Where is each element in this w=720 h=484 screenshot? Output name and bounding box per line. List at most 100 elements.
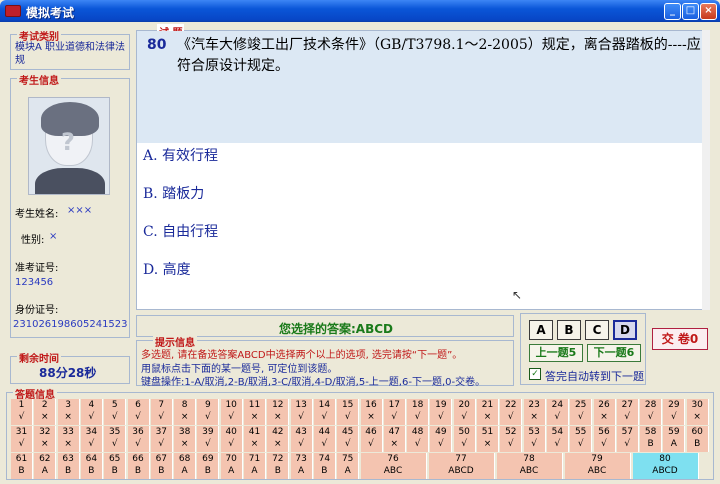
submit-button[interactable]: 交 卷0 [652, 328, 708, 350]
prev-question-button[interactable]: 上一题5 [529, 344, 583, 362]
grid-cell-58[interactable]: 58 B [640, 426, 663, 452]
grid-cell-65[interactable]: 65 B [104, 453, 127, 479]
grid-cell-18[interactable]: 18 √ [407, 399, 430, 425]
grid-cell-71[interactable]: 71 A [244, 453, 266, 479]
grid-cell-57[interactable]: 57 √ [616, 426, 639, 452]
grid-cell-11[interactable]: 11 × [244, 399, 266, 425]
grid-cell-35[interactable]: 35 √ [104, 426, 127, 452]
grid-cell-41[interactable]: 41 × [244, 426, 266, 452]
grid-cell-24[interactable]: 24 √ [546, 399, 569, 425]
grid-cell-60[interactable]: 60 B [686, 426, 709, 452]
grid-cell-76[interactable]: 76 ABC [360, 453, 427, 479]
grid-cell-73[interactable]: 73 A [290, 453, 313, 479]
grid-cell-16[interactable]: 16 × [360, 399, 383, 425]
grid-cell-19[interactable]: 19 √ [430, 399, 453, 425]
grid-cell-28[interactable]: 28 √ [640, 399, 663, 425]
grid-cell-26[interactable]: 26 × [593, 399, 616, 425]
grid-cell-62[interactable]: 62 A [34, 453, 57, 479]
answer-d-button[interactable]: D [613, 320, 637, 340]
grid-cell-79[interactable]: 79 ABC [564, 453, 631, 479]
grid-cell-number: 18 [411, 400, 424, 410]
grid-cell-number: 11 [248, 400, 261, 410]
grid-cell-37[interactable]: 37 √ [150, 426, 173, 452]
grid-cell-50[interactable]: 50 √ [453, 426, 476, 452]
grid-cell-70[interactable]: 70 A [220, 453, 243, 479]
grid-cell-77[interactable]: 77 ABCD [428, 453, 495, 479]
grid-cell-56[interactable]: 56 √ [593, 426, 616, 452]
grid-cell-44[interactable]: 44 √ [313, 426, 336, 452]
grid-cell-72[interactable]: 72 B [267, 453, 290, 479]
grid-cell-7[interactable]: 7 √ [150, 399, 173, 425]
option-d[interactable]: D. 高度 [143, 259, 191, 279]
grid-cell-14[interactable]: 14 √ [313, 399, 336, 425]
grid-cell-61[interactable]: 61 B [11, 453, 33, 479]
grid-cell-4[interactable]: 4 √ [80, 399, 103, 425]
option-a[interactable]: A. 有效行程 [143, 145, 218, 165]
grid-cell-55[interactable]: 55 √ [570, 426, 593, 452]
grid-cell-59[interactable]: 59 A [663, 426, 686, 452]
grid-cell-51[interactable]: 51 × [477, 426, 499, 452]
grid-cell-12[interactable]: 12 × [267, 399, 290, 425]
option-c[interactable]: C. 自由行程 [143, 221, 218, 241]
grid-cell-27[interactable]: 27 √ [616, 399, 639, 425]
grid-cell-33[interactable]: 33 × [57, 426, 80, 452]
grid-cell-17[interactable]: 17 √ [383, 399, 406, 425]
grid-cell-8[interactable]: 8 × [174, 399, 197, 425]
answer-b-button[interactable]: B [557, 320, 581, 340]
grid-cell-23[interactable]: 23 × [523, 399, 546, 425]
minimize-button[interactable]: _ [664, 3, 681, 20]
grid-cell-20[interactable]: 20 √ [453, 399, 476, 425]
grid-cell-80[interactable]: 80 ABCD [632, 453, 699, 479]
grid-cell-15[interactable]: 15 √ [337, 399, 360, 425]
grid-cell-53[interactable]: 53 √ [523, 426, 546, 452]
grid-cell-54[interactable]: 54 √ [546, 426, 569, 452]
grid-cell-74[interactable]: 74 B [313, 453, 336, 479]
grid-cell-answer: ABC [519, 466, 539, 476]
grid-cell-68[interactable]: 68 A [174, 453, 197, 479]
grid-cell-answer: ABC [587, 466, 607, 476]
question-scrollbar[interactable] [702, 30, 710, 310]
grid-cell-22[interactable]: 22 √ [500, 399, 523, 425]
grid-cell-13[interactable]: 13 √ [290, 399, 313, 425]
grid-cell-21[interactable]: 21 × [477, 399, 499, 425]
grid-cell-6[interactable]: 6 √ [127, 399, 150, 425]
grid-cell-75[interactable]: 75 A [337, 453, 360, 479]
close-button[interactable]: × [700, 3, 717, 20]
grid-cell-45[interactable]: 45 √ [337, 426, 360, 452]
grid-cell-64[interactable]: 64 B [80, 453, 103, 479]
grid-cell-30[interactable]: 30 × [686, 399, 709, 425]
maximize-button[interactable]: □ [682, 3, 699, 20]
grid-cell-5[interactable]: 5 √ [104, 399, 127, 425]
grid-cell-69[interactable]: 69 B [197, 453, 220, 479]
next-question-button[interactable]: 下一题6 [587, 344, 641, 362]
grid-cell-52[interactable]: 52 √ [500, 426, 523, 452]
grid-cell-46[interactable]: 46 √ [360, 426, 383, 452]
grid-cell-63[interactable]: 63 B [57, 453, 80, 479]
grid-cell-31[interactable]: 31 √ [11, 426, 33, 452]
grid-cell-38[interactable]: 38 × [174, 426, 197, 452]
grid-cell-39[interactable]: 39 √ [197, 426, 220, 452]
grid-cell-43[interactable]: 43 √ [290, 426, 313, 452]
grid-cell-32[interactable]: 32 × [34, 426, 57, 452]
grid-cell-78[interactable]: 78 ABC [496, 453, 563, 479]
grid-cell-48[interactable]: 48 √ [407, 426, 430, 452]
grid-cell-67[interactable]: 67 B [150, 453, 173, 479]
grid-cell-1[interactable]: 1 √ [11, 399, 33, 425]
grid-cell-47[interactable]: 47 × [383, 426, 406, 452]
grid-cell-29[interactable]: 29 √ [663, 399, 686, 425]
grid-cell-10[interactable]: 10 √ [220, 399, 243, 425]
auto-next-checkbox[interactable]: ✓ [529, 368, 541, 380]
grid-cell-36[interactable]: 36 √ [127, 426, 150, 452]
grid-cell-2[interactable]: 2 × [34, 399, 57, 425]
answer-c-button[interactable]: C [585, 320, 609, 340]
grid-cell-49[interactable]: 49 √ [430, 426, 453, 452]
grid-cell-3[interactable]: 3 × [57, 399, 80, 425]
grid-cell-42[interactable]: 42 × [267, 426, 290, 452]
answer-a-button[interactable]: A [529, 320, 553, 340]
grid-cell-40[interactable]: 40 √ [220, 426, 243, 452]
grid-cell-25[interactable]: 25 √ [570, 399, 593, 425]
grid-cell-66[interactable]: 66 B [127, 453, 150, 479]
grid-cell-34[interactable]: 34 √ [80, 426, 103, 452]
grid-cell-9[interactable]: 9 √ [197, 399, 220, 425]
option-b[interactable]: B. 踏板力 [143, 183, 204, 203]
